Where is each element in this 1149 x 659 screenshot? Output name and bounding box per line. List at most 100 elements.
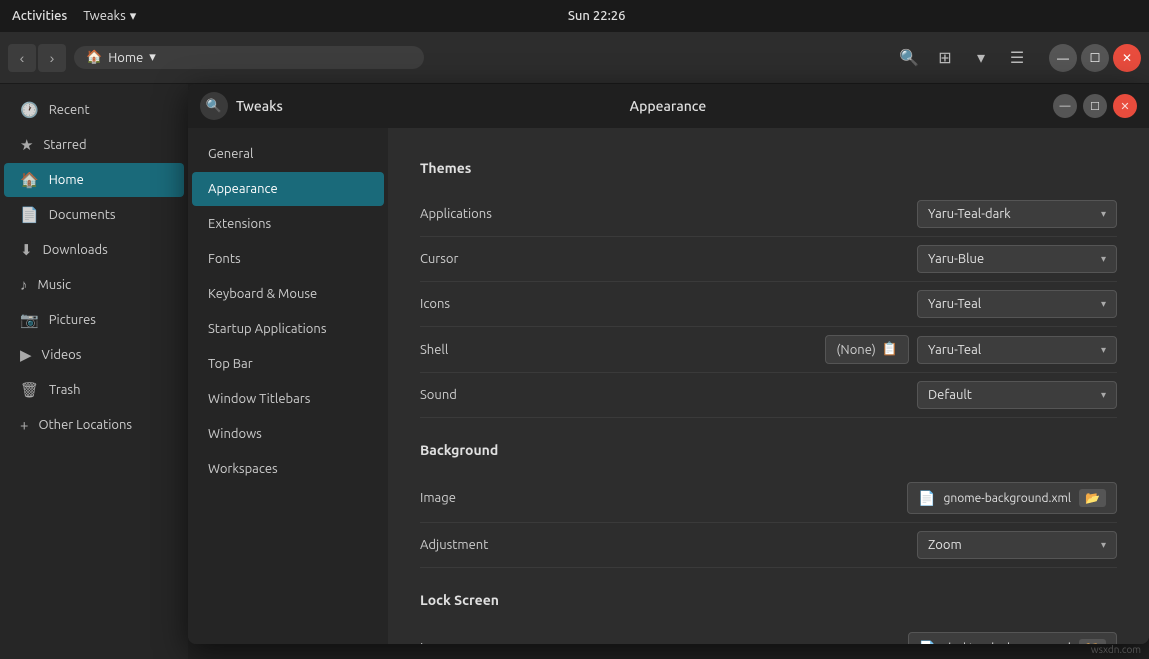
- nav-item-fonts[interactable]: Fonts: [192, 242, 384, 276]
- nav-item-appearance[interactable]: Appearance: [192, 172, 384, 206]
- icons-dropdown[interactable]: Yaru-Teal ▾: [917, 290, 1117, 318]
- sidebar-item-pictures[interactable]: 📷 Pictures: [4, 303, 184, 337]
- cursor-label: Cursor: [420, 252, 917, 266]
- nav-item-topbar[interactable]: Top Bar: [192, 347, 384, 381]
- maximize-button[interactable]: ☐: [1081, 44, 1109, 72]
- nav-item-workspaces[interactable]: Workspaces: [192, 452, 384, 486]
- lock-file-icon: 📄: [919, 640, 936, 645]
- toolbar-actions: 🔍 ⊞ ▾ ☰: [893, 42, 1033, 74]
- bg-image-control: 📄 gnome-background.xml 📂: [907, 482, 1117, 514]
- sidebar-item-videos[interactable]: ▶ Videos: [4, 338, 184, 372]
- close-button[interactable]: ✕: [1113, 44, 1141, 72]
- list-view-button[interactable]: ☰: [1001, 42, 1033, 74]
- tweaks-window-controls: — ☐ ✕: [1053, 94, 1137, 118]
- tweaks-nav: General Appearance Extensions Fonts Keyb…: [188, 128, 388, 644]
- system-bar-app[interactable]: Tweaks ▾: [83, 9, 136, 24]
- cursor-dropdown[interactable]: Yaru-Blue ▾: [917, 245, 1117, 273]
- tweaks-app-title: Tweaks: [236, 98, 283, 114]
- shell-control: (None) 📋 Yaru-Teal ▾: [825, 335, 1117, 364]
- lock-file-name: desktop-lockscreen.xml: [944, 642, 1071, 645]
- bg-adjustment-control: Zoom ▾: [917, 531, 1117, 559]
- applications-dropdown-arrow: ▾: [1101, 208, 1106, 220]
- sidebar: 🕐 Recent ★ Starred 🏠 Home 📄 Documents ⬇ …: [0, 84, 188, 659]
- sidebar-item-documents[interactable]: 📄 Documents: [4, 198, 184, 232]
- tweaks-close-button[interactable]: ✕: [1113, 94, 1137, 118]
- bg-adjustment-value: Zoom: [928, 538, 962, 552]
- activities-label[interactable]: Activities: [12, 9, 67, 23]
- cursor-value: Yaru-Blue: [928, 252, 984, 266]
- lock-image-picker[interactable]: 📄 desktop-lockscreen.xml 📂: [908, 632, 1117, 644]
- sidebar-item-music[interactable]: ♪ Music: [4, 268, 184, 302]
- location-label: Home: [108, 51, 143, 65]
- applications-dropdown[interactable]: Yaru-Teal-dark ▾: [917, 200, 1117, 228]
- window-controls: — ☐ ✕: [1049, 44, 1141, 72]
- minimize-button[interactable]: —: [1049, 44, 1077, 72]
- nav-item-titlebars[interactable]: Window Titlebars: [192, 382, 384, 416]
- sound-dropdown-arrow: ▾: [1101, 389, 1106, 401]
- shell-dropdown[interactable]: Yaru-Teal ▾: [917, 336, 1117, 364]
- nav-buttons: ‹ ›: [8, 44, 66, 72]
- nav-item-startup[interactable]: Startup Applications: [192, 312, 384, 346]
- nav-item-general[interactable]: General: [192, 137, 384, 171]
- bg-file-name: gnome-background.xml: [944, 492, 1072, 505]
- shell-value: Yaru-Teal: [928, 343, 981, 357]
- lock-image-row: Image 📄 desktop-lockscreen.xml 📂: [420, 624, 1117, 644]
- shell-none-icon: 📋: [882, 342, 898, 357]
- sound-control: Default ▾: [917, 381, 1117, 409]
- applications-control: Yaru-Teal-dark ▾: [917, 200, 1117, 228]
- cursor-dropdown-arrow: ▾: [1101, 253, 1106, 265]
- bg-file-open-button[interactable]: 📂: [1079, 489, 1106, 507]
- icons-dropdown-arrow: ▾: [1101, 298, 1106, 310]
- location-bar[interactable]: 🏠 Home ▾: [74, 46, 424, 69]
- icons-row: Icons Yaru-Teal ▾: [420, 282, 1117, 327]
- sidebar-label-pictures: Pictures: [49, 313, 96, 327]
- sidebar-item-other[interactable]: + Other Locations: [4, 408, 184, 441]
- grid-view-button[interactable]: ⊞: [929, 42, 961, 74]
- tweaks-minimize-button[interactable]: —: [1053, 94, 1077, 118]
- tweaks-content: Themes Applications Yaru-Teal-dark ▾ Cur…: [388, 128, 1149, 644]
- search-button[interactable]: 🔍: [893, 42, 925, 74]
- sidebar-item-starred[interactable]: ★ Starred: [4, 128, 184, 162]
- applications-row: Applications Yaru-Teal-dark ▾: [420, 192, 1117, 237]
- lock-image-label: Image: [420, 641, 908, 644]
- themes-header: Themes: [420, 160, 1117, 176]
- nav-item-keyboard[interactable]: Keyboard & Mouse: [192, 277, 384, 311]
- location-dropdown-arrow: ▾: [149, 50, 156, 65]
- downloads-icon: ⬇: [20, 241, 33, 259]
- tweaks-maximize-button[interactable]: ☐: [1083, 94, 1107, 118]
- back-button[interactable]: ‹: [8, 44, 36, 72]
- icons-label: Icons: [420, 297, 917, 311]
- sort-button[interactable]: ▾: [965, 42, 997, 74]
- icons-value: Yaru-Teal: [928, 297, 981, 311]
- system-time: Sun 22:26: [568, 9, 626, 23]
- background-header: Background: [420, 442, 1117, 458]
- tweaks-titlebar: 🔍 Tweaks Appearance — ☐ ✕: [188, 84, 1149, 128]
- music-icon: ♪: [20, 276, 28, 294]
- app-name-label: Tweaks: [83, 9, 125, 23]
- sidebar-item-home[interactable]: 🏠 Home: [4, 163, 184, 197]
- bg-adjustment-dropdown[interactable]: Zoom ▾: [917, 531, 1117, 559]
- nav-item-extensions[interactable]: Extensions: [192, 207, 384, 241]
- sound-dropdown[interactable]: Default ▾: [917, 381, 1117, 409]
- shell-none-badge: (None) 📋: [825, 335, 909, 364]
- shell-row: Shell (None) 📋 Yaru-Teal ▾: [420, 327, 1117, 373]
- nav-item-windows[interactable]: Windows: [192, 417, 384, 451]
- watermark: wsxdn.com: [1091, 644, 1141, 655]
- sidebar-item-recent[interactable]: 🕐 Recent: [4, 93, 184, 127]
- sidebar-label-music: Music: [38, 278, 72, 292]
- bg-image-label: Image: [420, 491, 907, 505]
- recent-icon: 🕐: [20, 101, 39, 119]
- sidebar-item-downloads[interactable]: ⬇ Downloads: [4, 233, 184, 267]
- sidebar-label-starred: Starred: [43, 138, 86, 152]
- shell-dropdown-arrow: ▾: [1101, 344, 1106, 356]
- tweaks-search-button[interactable]: 🔍: [200, 92, 228, 120]
- lock-image-control: 📄 desktop-lockscreen.xml 📂: [908, 632, 1117, 644]
- lockscreen-header: Lock Screen: [420, 592, 1117, 608]
- applications-label: Applications: [420, 207, 917, 221]
- sidebar-item-trash[interactable]: 🗑 Trash: [4, 373, 184, 407]
- forward-button[interactable]: ›: [38, 44, 66, 72]
- shell-none-label: (None): [836, 343, 875, 357]
- app-dropdown-arrow: ▾: [130, 9, 137, 24]
- bg-image-picker[interactable]: 📄 gnome-background.xml 📂: [907, 482, 1117, 514]
- sound-row: Sound Default ▾: [420, 373, 1117, 418]
